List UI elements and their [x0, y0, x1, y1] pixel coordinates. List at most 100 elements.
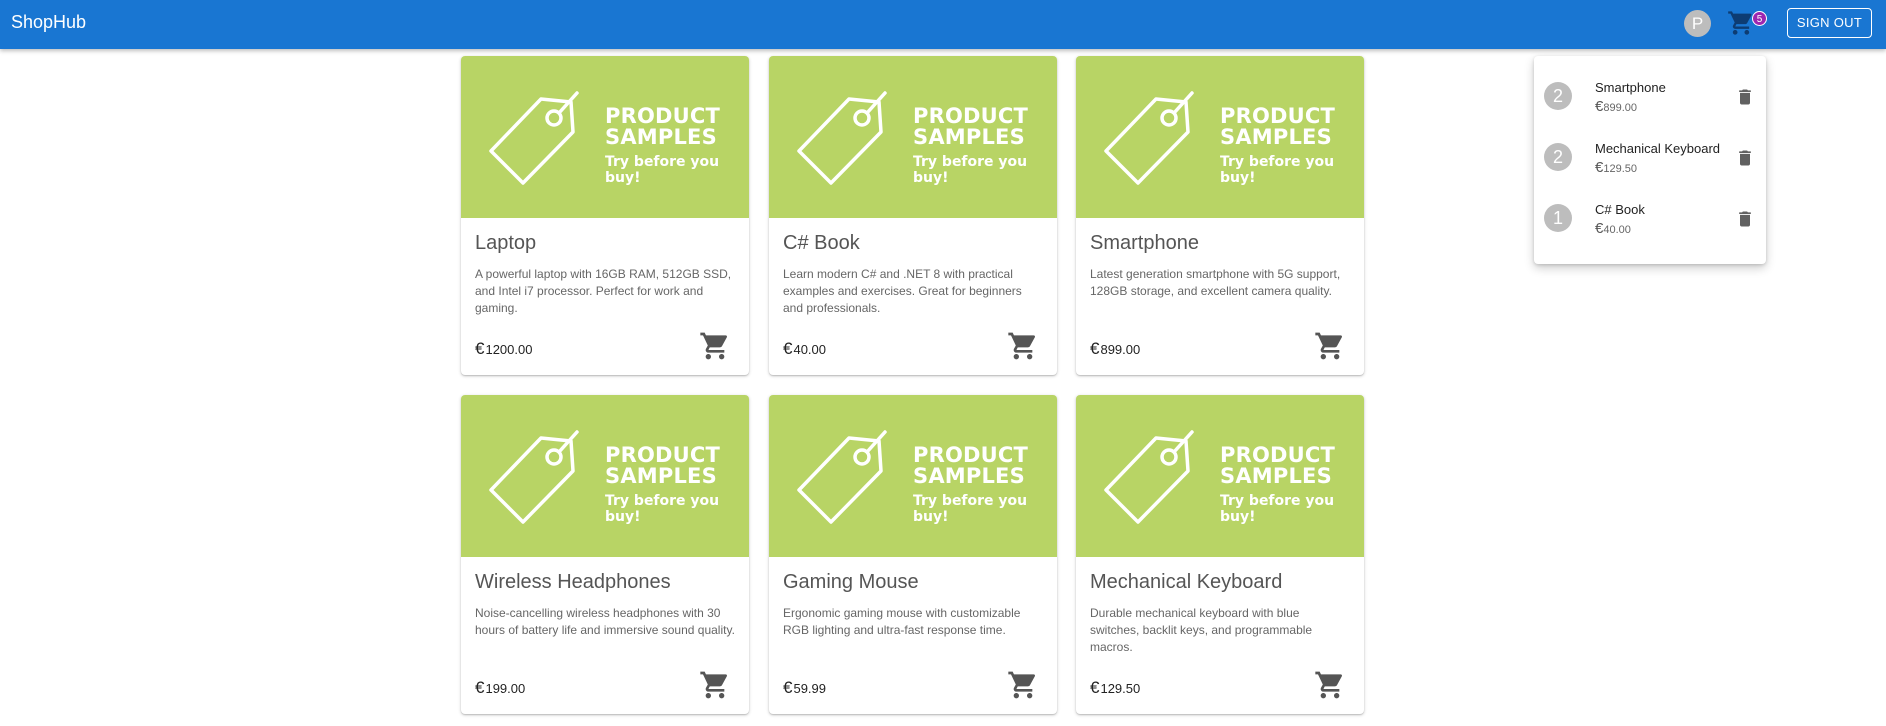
- add-to-cart-button[interactable]: [1007, 330, 1039, 362]
- delete-item-button[interactable]: [1735, 208, 1755, 230]
- product-image: PRODUCT SAMPLES Try before you buy!: [769, 395, 1057, 557]
- cart-item-name: Mechanical Keyboard: [1595, 141, 1721, 156]
- product-price: €899.00: [1090, 339, 1140, 359]
- image-text-line2: SAMPLES: [913, 464, 1025, 488]
- cart-item[interactable]: 2 Mechanical Keyboard €129.50: [1534, 135, 1766, 185]
- app-title[interactable]: ShopHub: [11, 12, 86, 33]
- image-text-line3: Try before you buy!: [1220, 154, 1335, 186]
- product-description: Durable mechanical keyboard with blue sw…: [1090, 606, 1313, 654]
- product-price-value: 1200.00: [485, 342, 533, 357]
- image-text-line3: Try before you buy!: [1220, 493, 1335, 525]
- cart-item-price-value: 40.00: [1603, 224, 1631, 236]
- image-text-line1: PRODUCT: [605, 443, 721, 467]
- image-text-line2: SAMPLES: [1220, 464, 1332, 488]
- shopping-cart-icon: [1728, 11, 1752, 35]
- delete-item-button[interactable]: [1735, 86, 1755, 108]
- product-description: A powerful laptop with 16GB RAM, 512GB S…: [475, 267, 732, 315]
- product-description: Ergonomic gaming mouse with customizable…: [783, 606, 1021, 637]
- cart-item-price: €899.00: [1595, 98, 1637, 115]
- cart-item-price: €129.50: [1595, 159, 1637, 176]
- image-text-line2: SAMPLES: [1220, 125, 1332, 149]
- product-name: Gaming Mouse: [783, 571, 919, 593]
- image-text-line2: SAMPLES: [913, 125, 1025, 149]
- image-text-line2: SAMPLES: [605, 125, 717, 149]
- product-price-value: 129.50: [1100, 681, 1141, 696]
- add-to-cart-button[interactable]: [1314, 669, 1346, 701]
- product-price: €1200.00: [475, 339, 532, 359]
- product-card: PRODUCT SAMPLES Try before you buy! Mechani…: [1076, 395, 1364, 714]
- product-price: €59.99: [783, 678, 826, 698]
- image-text-line1: PRODUCT: [913, 443, 1029, 467]
- product-image: PRODUCT SAMPLES Try before you buy!: [1076, 395, 1364, 557]
- shopping-cart-icon: [1007, 671, 1039, 705]
- product-image: PRODUCT SAMPLES Try before you buy!: [769, 56, 1057, 218]
- cart-dropdown: 2 Smartphone €899.00 2 Mechanical Keyboard €1…: [1534, 56, 1766, 264]
- euro-icon: €: [475, 678, 485, 697]
- product-card: PRODUCT SAMPLES Try before you buy! Wireles…: [461, 395, 749, 714]
- shopping-cart-icon: [1007, 332, 1039, 366]
- image-text-line1: PRODUCT: [1220, 104, 1336, 128]
- cart-item[interactable]: 2 Smartphone €899.00: [1534, 74, 1766, 124]
- image-text-line3: Try before you buy!: [913, 154, 1028, 186]
- cart-item-quantity: 2: [1544, 143, 1572, 171]
- image-text-line1: PRODUCT: [913, 104, 1029, 128]
- shopping-cart-icon: [699, 332, 731, 366]
- image-text-line2: SAMPLES: [605, 464, 717, 488]
- cart-item-name: C# Book: [1595, 202, 1645, 217]
- product-price: €129.50: [1090, 678, 1140, 698]
- product-image: PRODUCT SAMPLES Try before you buy!: [461, 56, 749, 218]
- cart-item-name: Smartphone: [1595, 80, 1666, 95]
- image-text-line3: Try before you buy!: [913, 493, 1028, 525]
- product-card: PRODUCT SAMPLES Try before you buy! C# Book…: [769, 56, 1057, 375]
- product-name: Wireless Headphones: [475, 571, 671, 593]
- product-card: PRODUCT SAMPLES Try before you buy! Laptop A…: [461, 56, 749, 375]
- cart-item-price: €40.00: [1595, 220, 1631, 237]
- product-price-value: 59.99: [793, 681, 827, 696]
- product-price-value: 40.00: [793, 342, 827, 357]
- product-description: Latest generation smartphone with 5G sup…: [1090, 267, 1341, 298]
- euro-icon: €: [783, 678, 793, 697]
- product-price-value: 899.00: [1100, 342, 1141, 357]
- app-bar: ShopHub P 5 SIGN OUT: [0, 0, 1886, 49]
- product-image: PRODUCT SAMPLES Try before you buy!: [461, 395, 749, 557]
- cart-item-quantity: 1: [1544, 204, 1572, 232]
- add-to-cart-button[interactable]: [1007, 669, 1039, 701]
- euro-icon: €: [475, 339, 485, 358]
- trash-icon: [1735, 150, 1755, 173]
- cart-button[interactable]: 5: [1727, 9, 1767, 39]
- image-text-line3: Try before you buy!: [605, 493, 720, 525]
- trash-icon: [1735, 89, 1755, 112]
- add-to-cart-button[interactable]: [1314, 330, 1346, 362]
- cart-count-badge: 5: [1752, 11, 1767, 26]
- cart-item[interactable]: 1 C# Book €40.00: [1534, 196, 1766, 246]
- euro-icon: €: [1090, 339, 1100, 358]
- product-card: PRODUCT SAMPLES Try before you buy! Smartph…: [1076, 56, 1364, 375]
- image-text-line1: PRODUCT: [605, 104, 721, 128]
- cart-item-quantity: 2: [1544, 82, 1572, 110]
- euro-icon: €: [783, 339, 793, 358]
- shopping-cart-icon: [1314, 671, 1346, 705]
- avatar[interactable]: P: [1684, 10, 1711, 37]
- image-text-line3: Try before you buy!: [605, 154, 720, 186]
- product-name: C# Book: [783, 232, 860, 254]
- image-text-line1: PRODUCT: [1220, 443, 1336, 467]
- product-name: Smartphone: [1090, 232, 1199, 254]
- sign-out-button[interactable]: SIGN OUT: [1787, 8, 1872, 38]
- product-name: Laptop: [475, 232, 537, 254]
- product-price: €199.00: [475, 678, 525, 698]
- cart-item-price-value: 129.50: [1603, 163, 1637, 175]
- shopping-cart-icon: [1314, 332, 1346, 366]
- product-image: PRODUCT SAMPLES Try before you buy!: [1076, 56, 1364, 218]
- add-to-cart-button[interactable]: [699, 669, 731, 701]
- cart-item-price-value: 899.00: [1603, 102, 1637, 114]
- delete-item-button[interactable]: [1735, 147, 1755, 169]
- product-description: Learn modern C# and .NET 8 with practica…: [783, 267, 1022, 315]
- add-to-cart-button[interactable]: [699, 330, 731, 362]
- trash-icon: [1735, 211, 1755, 234]
- product-card: PRODUCT SAMPLES Try before you buy! Gaming …: [769, 395, 1057, 714]
- shopping-cart-icon: [699, 671, 731, 705]
- euro-icon: €: [1090, 678, 1100, 697]
- product-price-value: 199.00: [485, 681, 526, 696]
- product-description: Noise-cancelling wireless headphones wit…: [475, 606, 735, 637]
- product-name: Mechanical Keyboard: [1090, 571, 1283, 593]
